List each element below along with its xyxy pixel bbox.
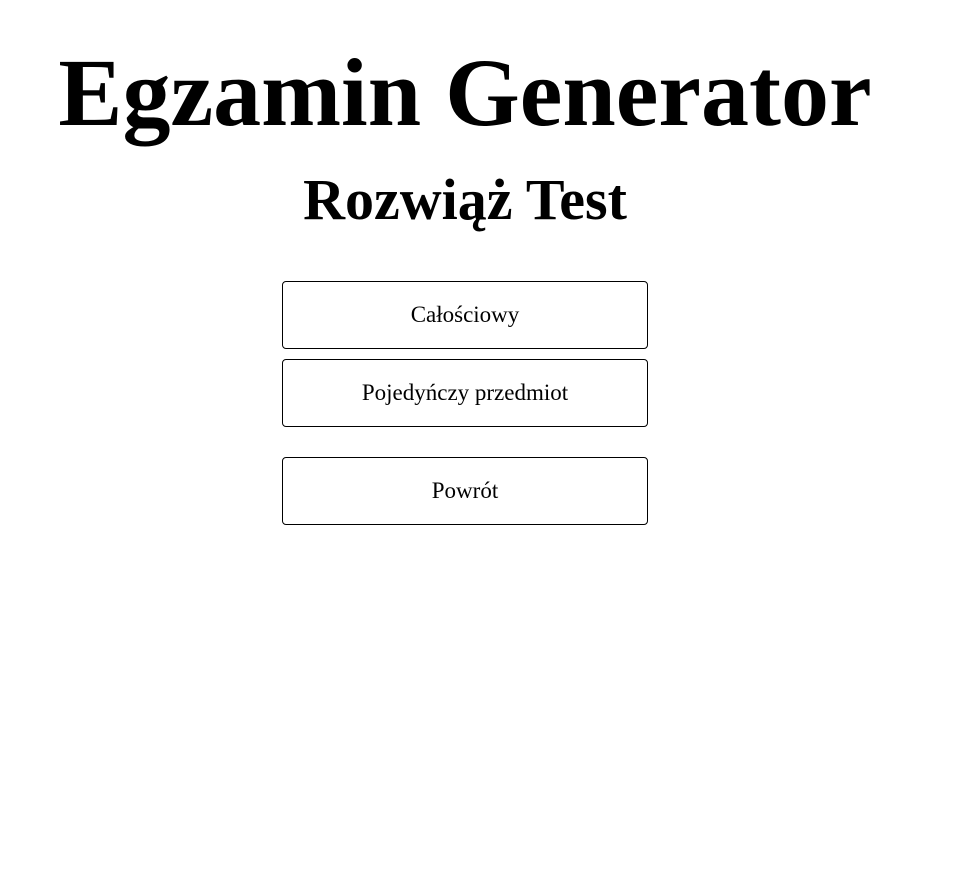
single-subject-button[interactable]: Pojedyńczy przedmiot <box>282 359 648 427</box>
full-test-button[interactable]: Całościowy <box>282 281 648 349</box>
page-subtitle: Rozwiąż Test <box>303 167 627 232</box>
back-button[interactable]: Powrót <box>282 457 648 525</box>
app-title: Egzamin Generator <box>58 39 872 146</box>
